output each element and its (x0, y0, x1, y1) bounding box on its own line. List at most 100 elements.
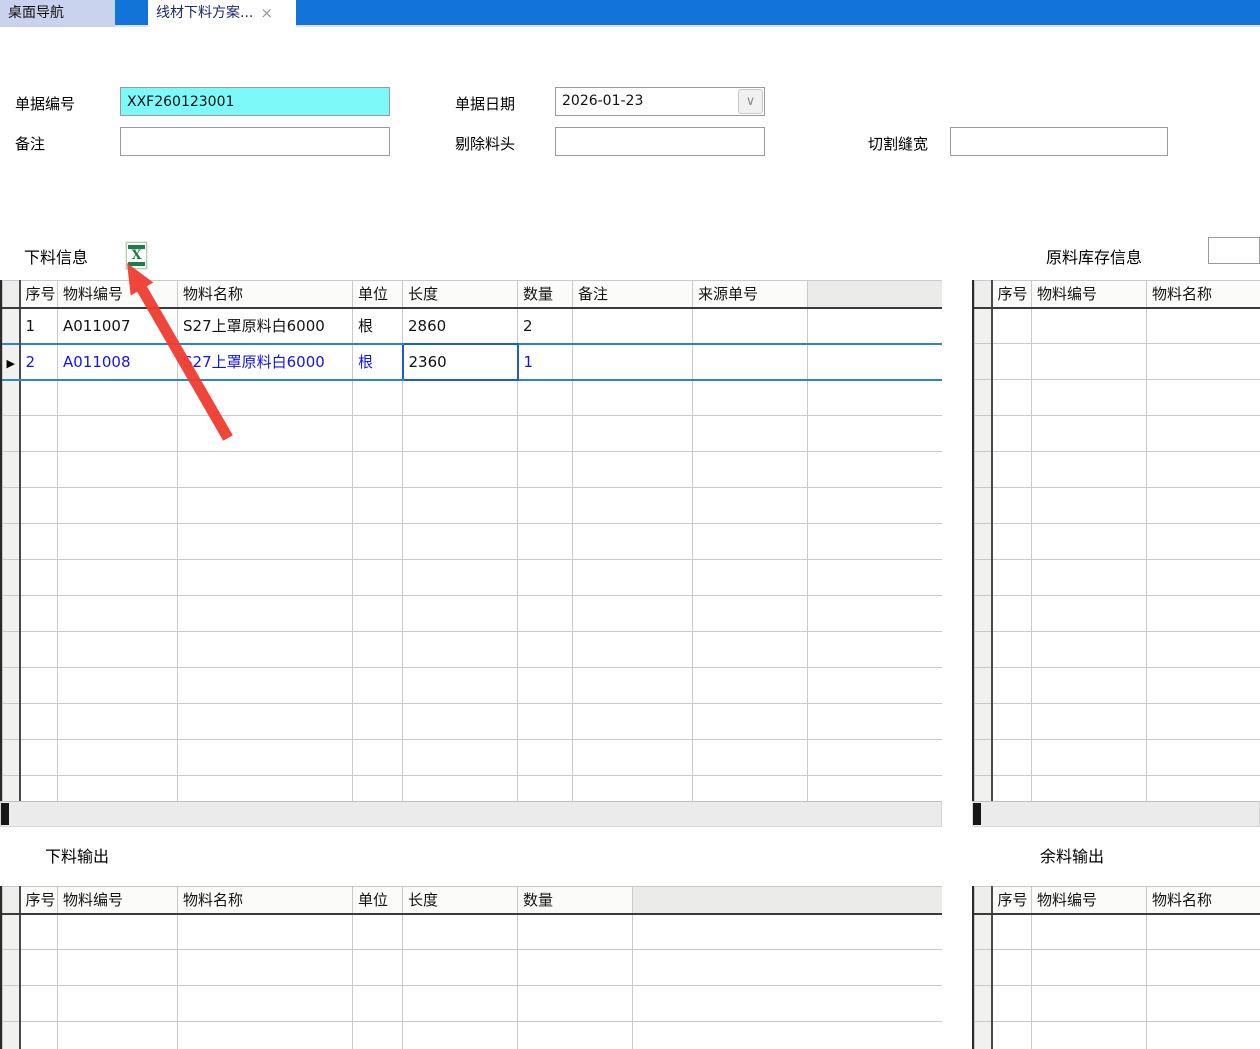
table-cell-empty[interactable] (518, 914, 633, 950)
table-cell-empty[interactable] (1032, 776, 1147, 802)
table-cell-empty[interactable] (178, 524, 353, 560)
table-cell-empty[interactable] (573, 632, 693, 668)
table-cell-empty[interactable] (1147, 914, 1260, 950)
row-selector-cell[interactable] (975, 776, 992, 802)
table-cell-empty[interactable] (58, 668, 178, 704)
cell-unit[interactable]: 根 (353, 344, 403, 380)
table-cell-empty[interactable] (1032, 596, 1147, 632)
cell-seq[interactable]: 1 (20, 308, 58, 344)
table-cell-empty[interactable] (693, 452, 808, 488)
row-selector-cell[interactable] (3, 776, 20, 802)
table-cell-empty[interactable] (58, 1022, 178, 1049)
trim-head-input[interactable] (555, 127, 765, 156)
column-header-qty[interactable]: 数量 (518, 281, 573, 308)
row-selector-cell[interactable] (3, 560, 20, 596)
table-cell-empty[interactable] (1032, 380, 1147, 416)
cell-extra[interactable] (808, 308, 943, 344)
table-cell-empty[interactable] (573, 452, 693, 488)
table-cell-empty[interactable] (693, 560, 808, 596)
column-header-code[interactable]: 物料编号 (1032, 887, 1147, 914)
table-cell-empty[interactable] (1032, 914, 1147, 950)
table-cell-empty[interactable] (403, 560, 518, 596)
table-cell-empty[interactable] (693, 596, 808, 632)
table-cell-empty[interactable] (573, 380, 693, 416)
table-cell-empty[interactable] (178, 452, 353, 488)
excel-export-icon[interactable]: X (126, 242, 147, 269)
table-cell-empty[interactable] (20, 560, 58, 596)
table-cell-empty[interactable] (808, 632, 943, 668)
table-cell-empty[interactable] (1032, 740, 1147, 776)
table-cell-empty[interactable] (808, 560, 943, 596)
column-header-seq[interactable]: 序号 (992, 281, 1032, 308)
table-cell-empty[interactable] (1032, 524, 1147, 560)
table-cell-empty[interactable] (1147, 1022, 1260, 1049)
table-cell-empty[interactable] (20, 914, 58, 950)
table-cell-empty[interactable] (20, 380, 58, 416)
table-cell-empty[interactable] (518, 596, 573, 632)
table-cell-empty[interactable] (20, 704, 58, 740)
row-selector-cell[interactable] (975, 416, 992, 452)
table-cell-empty[interactable] (1147, 632, 1260, 668)
table-cell-empty[interactable] (178, 488, 353, 524)
table-cell-empty[interactable] (58, 452, 178, 488)
table-cell-empty[interactable] (353, 704, 403, 740)
table-cell-empty[interactable] (20, 950, 58, 986)
tab-desktop-navigation[interactable]: 桌面导航 (0, 0, 115, 27)
table-cell-empty[interactable] (353, 524, 403, 560)
row-selector-cell[interactable]: ▶ (3, 344, 20, 380)
table-cell-empty[interactable] (1147, 524, 1260, 560)
table-cell-empty[interactable] (992, 380, 1032, 416)
row-selector-cell[interactable] (975, 488, 992, 524)
table-cell-empty[interactable] (353, 560, 403, 596)
table-cell-empty[interactable] (58, 488, 178, 524)
table-cell-empty[interactable] (178, 632, 353, 668)
table-cell-empty[interactable] (1032, 668, 1147, 704)
table-cell-empty[interactable] (403, 704, 518, 740)
row-selector-cell[interactable] (975, 380, 992, 416)
row-selector-cell[interactable] (975, 308, 992, 344)
row-selector-cell[interactable] (3, 380, 20, 416)
row-selector-cell[interactable] (3, 704, 20, 740)
table-cell-empty[interactable] (693, 488, 808, 524)
cell-name[interactable]: S27上罩原料白6000 (178, 344, 353, 380)
table-cell-empty[interactable] (1147, 380, 1260, 416)
table-cell-empty[interactable] (693, 524, 808, 560)
table-cell-empty[interactable] (403, 632, 518, 668)
close-icon[interactable]: × (260, 0, 273, 27)
table-cell-empty[interactable] (573, 740, 693, 776)
table-cell-empty[interactable] (992, 950, 1032, 986)
raw-stock-box[interactable] (1208, 237, 1260, 264)
table-cell-empty[interactable] (20, 452, 58, 488)
table-cell-empty[interactable] (808, 740, 943, 776)
table-cell-empty[interactable] (58, 776, 178, 802)
table-cell-empty[interactable] (58, 416, 178, 452)
table-cell-empty[interactable] (992, 1022, 1032, 1049)
table-cell-empty[interactable] (1032, 308, 1147, 344)
table-cell-empty[interactable] (518, 452, 573, 488)
table-cell-empty[interactable] (403, 488, 518, 524)
row-selector-cell[interactable] (3, 914, 20, 950)
column-header-name[interactable]: 物料名称 (1147, 887, 1260, 914)
table-cell-empty[interactable] (1147, 452, 1260, 488)
table-cell-empty[interactable] (1032, 416, 1147, 452)
table-cell-empty[interactable] (518, 524, 573, 560)
column-header-code[interactable]: 物料编号 (58, 887, 178, 914)
table-cell-empty[interactable] (58, 524, 178, 560)
row-selector-cell[interactable] (975, 344, 992, 380)
row-selector-cell[interactable] (975, 632, 992, 668)
table-cell-empty[interactable] (1147, 986, 1260, 1022)
column-header-unit[interactable]: 单位 (353, 887, 403, 914)
table-cell-empty[interactable] (1147, 776, 1260, 802)
row-selector-cell[interactable] (3, 632, 20, 668)
table-cell-empty[interactable] (58, 704, 178, 740)
row-selector-cell[interactable] (3, 1022, 20, 1049)
table-cell-empty[interactable] (403, 740, 518, 776)
cell-length-focused[interactable]: 2360 (403, 344, 518, 380)
table-cell-empty[interactable] (573, 776, 693, 802)
table-cell-empty[interactable] (20, 668, 58, 704)
cell-source[interactable] (693, 308, 808, 344)
row-selector-cell[interactable] (3, 524, 20, 560)
table-cell-empty[interactable] (353, 632, 403, 668)
table-cell-empty[interactable] (58, 986, 178, 1022)
table-cell-empty[interactable] (808, 488, 943, 524)
